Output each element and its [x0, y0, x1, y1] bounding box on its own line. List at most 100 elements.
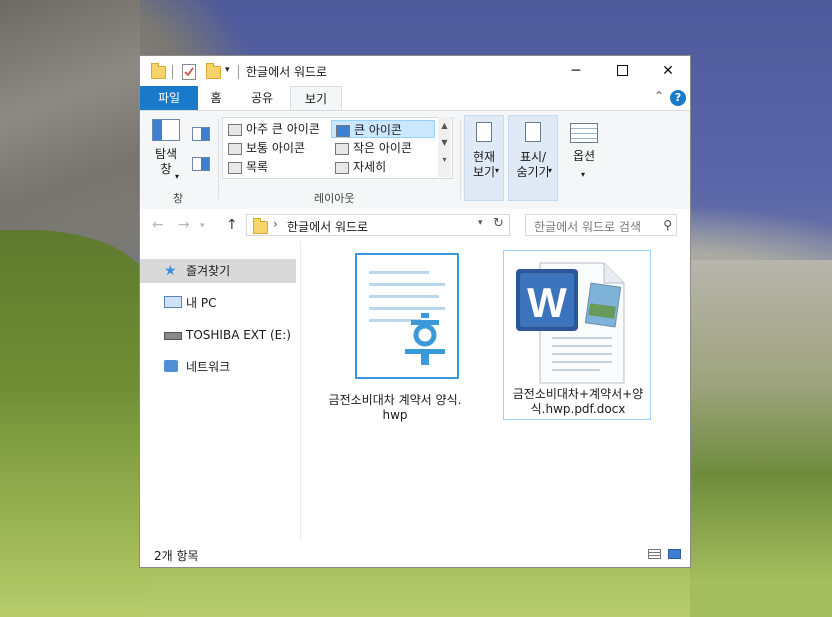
nav-pane-button[interactable]: 탐색 창 ▾ — [148, 119, 184, 187]
layout-group-label: 레이아웃 — [314, 192, 355, 205]
layout-small-icons[interactable]: 작은 아이콘 — [331, 139, 435, 157]
tab-file[interactable]: 파일 — [140, 86, 198, 110]
options-button[interactable]: 옵션 ▾ — [564, 115, 604, 201]
separator — [172, 65, 173, 79]
scroll-up-icon[interactable]: ▲ — [438, 121, 451, 130]
show-hide-label: 표시/ 숨기기 — [516, 150, 550, 179]
nav-item-label: 즐겨찾기 — [186, 264, 231, 278]
address-dropdown-icon[interactable]: ▾ — [478, 218, 483, 228]
tab-view[interactable]: 보기 — [290, 86, 342, 110]
close-button[interactable]: ✕ — [645, 56, 691, 86]
help-icon[interactable]: ? — [670, 90, 686, 106]
window-title: 한글에서 워드로 — [246, 65, 328, 79]
layout-item-label: 큰 아이콘 — [354, 123, 402, 137]
file-list: 금전소비대차 계약서 양식.hwp W 금전소비대차+계약서+양식.hwp.pd… — [301, 241, 690, 541]
minimize-button[interactable]: ─ — [553, 56, 599, 86]
nav-pane-icon — [152, 119, 180, 141]
layout-gallery-scroll[interactable]: ▲ ▼ ▾ — [438, 117, 451, 177]
drive-icon — [164, 332, 182, 340]
search-input[interactable]: 한글에서 워드로 검색 ⚲ — [525, 214, 677, 236]
small-icons-icon — [335, 143, 349, 155]
properties-icon[interactable] — [182, 64, 196, 80]
title-bar: ▾ 한글에서 워드로 ─ ✕ — [140, 56, 690, 86]
medium-icons-icon — [228, 143, 242, 155]
layout-large-icons[interactable]: 큰 아이콘 — [331, 120, 435, 138]
star-icon: ★ — [164, 263, 177, 279]
ribbon-view: 탐색 창 ▾ 창 아주 큰 아이콘 큰 아이콘 보통 아이콘 작은 아이콘 목록… — [140, 110, 690, 210]
status-bar: 2개 항목 — [140, 541, 690, 567]
folder-icon — [151, 63, 166, 79]
separator — [460, 119, 461, 199]
up-arrow-icon[interactable]: ↑ — [226, 217, 238, 233]
nav-item-toshiba-drive[interactable]: TOSHIBA EXT (E:) — [140, 323, 296, 347]
customize-toolbar-icon[interactable]: ▾ — [225, 65, 230, 75]
preview-pane-icon[interactable] — [192, 127, 210, 141]
options-label: 옵션 — [572, 149, 596, 163]
details-pane-icon[interactable] — [192, 157, 210, 171]
tab-home[interactable]: 홈 — [204, 86, 228, 110]
new-folder-icon[interactable] — [206, 63, 221, 79]
dropdown-arrow-icon: ▾ — [548, 166, 553, 175]
nav-item-label: TOSHIBA EXT (E:) — [186, 328, 291, 342]
layout-item-label: 보통 아이콘 — [246, 141, 306, 155]
word-file-icon: W — [516, 262, 625, 384]
network-icon — [164, 360, 178, 372]
search-icon: ⚲ — [663, 218, 672, 232]
file-name: 금전소비대차 계약서 양식.hwp — [328, 393, 462, 422]
maximize-button[interactable] — [599, 56, 645, 86]
forward-arrow-icon[interactable]: → — [178, 217, 190, 233]
current-view-button[interactable]: 현재 보기 ▾ — [464, 115, 504, 201]
details-view-icon — [335, 162, 349, 174]
nav-item-network[interactable]: 네트워크 — [140, 355, 296, 379]
dropdown-arrow-icon: ▾ — [581, 170, 586, 179]
show-hide-icon — [525, 122, 541, 142]
dropdown-arrow-icon: ▾ — [495, 166, 500, 175]
address-path-box[interactable]: › 한글에서 워드로 ▾ ↻ — [246, 214, 510, 236]
current-view-label: 현재 보기 — [472, 150, 496, 179]
collapse-ribbon-icon[interactable]: ⌃ — [654, 89, 664, 103]
scroll-down-icon[interactable]: ▼ — [438, 138, 451, 147]
layout-medium-icons[interactable]: 보통 아이콘 — [224, 139, 330, 157]
large-icons-icon — [336, 125, 350, 137]
show-hide-button[interactable]: 표시/ 숨기기 ▾ — [508, 115, 558, 201]
address-path: 한글에서 워드로 — [287, 220, 369, 234]
nav-item-this-pc[interactable]: 내 PC — [140, 291, 296, 315]
nav-item-label: 내 PC — [186, 296, 217, 310]
desktop-hill-right — [690, 260, 832, 617]
nav-item-label: 네트워크 — [186, 360, 231, 374]
tab-share[interactable]: 공유 — [246, 86, 278, 110]
layout-gallery: 아주 큰 아이콘 큰 아이콘 보통 아이콘 작은 아이콘 목록 자세히 — [222, 117, 453, 179]
item-count: 2개 항목 — [154, 549, 199, 563]
back-arrow-icon[interactable]: ← — [152, 217, 164, 233]
layout-details[interactable]: 자세히 — [331, 158, 435, 176]
layout-item-label: 자세히 — [353, 160, 387, 174]
desktop-cliff — [0, 0, 140, 250]
extra-large-icons-icon — [228, 124, 242, 136]
layout-item-label: 아주 큰 아이콘 — [246, 122, 320, 136]
refresh-icon[interactable]: ↻ — [493, 216, 504, 231]
desktop-hill-left — [0, 230, 150, 617]
recent-locations-icon[interactable]: ▾ — [200, 221, 205, 231]
layout-extra-large-icons[interactable]: 아주 큰 아이콘 — [224, 120, 330, 138]
navigation-pane: ★ 즐겨찾기 내 PC TOSHIBA EXT (E:) 네트워크 — [140, 241, 300, 541]
list-view-icon — [228, 162, 242, 174]
explorer-window: ▾ 한글에서 워드로 ─ ✕ 파일 홈 공유 보기 ⌃ ? 탐색 창 ▾ 창 아… — [139, 55, 691, 568]
file-item-hwp[interactable]: 금전소비대차 계약서 양식.hwp — [321, 249, 469, 422]
address-bar: ← → ▾ ↑ › 한글에서 워드로 ▾ ↻ 한글에서 워드로 검색 ⚲ — [140, 209, 690, 241]
svg-text:W: W — [527, 279, 567, 326]
layout-list[interactable]: 목록 — [224, 158, 330, 176]
pane-group-label: 창 — [173, 192, 184, 205]
options-icon — [570, 123, 598, 143]
current-view-icon — [476, 122, 492, 142]
file-name: 금전소비대차+계약서+양식.hwp.pdf.docx — [512, 387, 644, 416]
breadcrumb-chevron-icon[interactable]: › — [273, 217, 278, 231]
separator — [218, 119, 219, 199]
nav-item-quick-access[interactable]: ★ 즐겨찾기 — [140, 259, 296, 283]
search-placeholder: 한글에서 워드로 검색 — [534, 220, 641, 234]
file-item-docx[interactable]: W 금전소비대차+계약서+양식.hwp.pdf.docx — [503, 250, 651, 420]
large-icons-view-toggle-icon[interactable] — [668, 549, 681, 559]
gallery-expand-icon[interactable]: ▾ — [438, 155, 451, 164]
layout-item-label: 작은 아이콘 — [353, 141, 413, 155]
details-view-toggle-icon[interactable] — [648, 549, 661, 559]
dropdown-arrow-icon: ▾ — [175, 172, 180, 181]
